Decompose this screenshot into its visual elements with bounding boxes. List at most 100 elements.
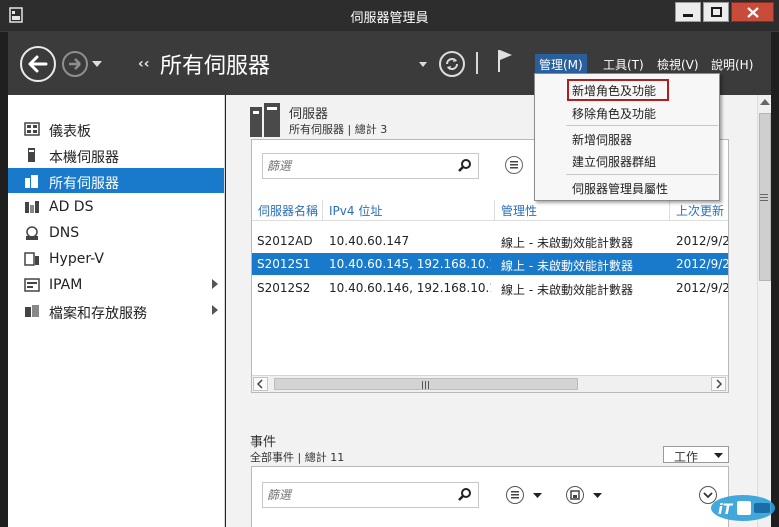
sidebar-item-label: IPAM — [49, 277, 83, 293]
scrollbar-thumb[interactable] — [274, 378, 578, 390]
sidebar-item-ipam[interactable]: IPAM — [8, 272, 224, 297]
menu-help[interactable]: 說明(H) — [707, 54, 757, 75]
menu-view[interactable]: 檢視(V) — [653, 54, 703, 75]
events-filter-box[interactable] — [262, 482, 479, 508]
column-header-name[interactable]: 伺服器名稱 — [258, 202, 318, 219]
scroll-up-icon[interactable] — [760, 99, 770, 105]
dns-icon — [26, 226, 38, 240]
minimize-button[interactable] — [675, 2, 701, 22]
vertical-scrollbar[interactable] — [757, 95, 771, 527]
save-query-button[interactable] — [566, 486, 584, 504]
manage-menu: 新增角色及功能 移除角色及功能 新增伺服器 建立伺服器群組 伺服器管理員屬性 — [534, 73, 720, 201]
servers-filter-input[interactable] — [267, 157, 447, 175]
cell-manageability: 線上 - 未啟動效能計數器 — [501, 236, 633, 250]
sidebar-item-file-storage[interactable]: 檔案和存放服務 — [8, 298, 224, 323]
close-button[interactable] — [731, 2, 774, 22]
sidebar-item-label: 儀表板 — [49, 124, 91, 140]
menu-item-remove-roles[interactable]: 移除角色及功能 — [572, 105, 656, 122]
menu-item-create-server-group[interactable]: 建立伺服器群組 — [572, 153, 656, 170]
maximize-button[interactable] — [703, 2, 729, 22]
chevron-down-icon — [714, 453, 723, 458]
servers-section-title: 伺服器 — [289, 107, 329, 122]
file-storage-icon — [25, 305, 39, 317]
header-rule — [252, 220, 728, 221]
chevron-left-icon — [256, 379, 263, 389]
sidebar-item-label: DNS — [49, 225, 80, 241]
scrollbar-thumb[interactable] — [759, 113, 771, 281]
maximize-icon — [711, 7, 722, 17]
sidebar-item-label: 本機伺服器 — [49, 150, 119, 166]
grip-icon — [422, 381, 429, 389]
refresh-button[interactable] — [439, 51, 465, 77]
menu-item-add-servers[interactable]: 新增伺服器 — [572, 131, 632, 148]
ithome-watermark-logo: iT — [711, 495, 775, 521]
expand-arrow-icon[interactable] — [212, 305, 218, 315]
close-icon — [747, 7, 759, 18]
breadcrumb-title: 所有伺服器 — [160, 54, 271, 79]
search-icon[interactable] — [458, 159, 472, 173]
sidebar-item-label: 所有伺服器 — [49, 176, 119, 192]
cell-name: S2012S2 — [257, 281, 311, 295]
column-header-manageability[interactable]: 管理性 — [501, 202, 537, 219]
column-divider — [494, 200, 495, 220]
forward-button[interactable] — [62, 51, 88, 77]
table-row[interactable]: S2012AD 10.40.60.147 線上 - 未啟動效能計數器 2012/… — [252, 230, 728, 252]
menu-item-properties[interactable]: 伺服器管理員屬性 — [572, 180, 668, 197]
cell-last-update: 2012/9/24 — [676, 257, 728, 271]
minimize-icon — [683, 14, 693, 17]
search-icon[interactable] — [458, 488, 472, 502]
cell-name: S2012AD — [257, 234, 313, 248]
table-row[interactable]: S2012S1 10.40.60.145, 192.168.10.111 線上 … — [252, 253, 728, 275]
chevron-down-icon[interactable] — [533, 493, 542, 498]
column-header-ipv4[interactable]: IPv4 位址 — [329, 202, 382, 219]
scroll-right-button[interactable] — [711, 377, 726, 391]
sidebar-item-label: AD DS — [49, 199, 94, 215]
cell-last-update: 2012/9/24 — [676, 281, 728, 295]
chevron-down-icon[interactable] — [593, 493, 602, 498]
window-title: 伺服器管理員 — [350, 11, 429, 26]
horizontal-scrollbar[interactable] — [252, 375, 728, 392]
column-divider — [669, 200, 670, 220]
sidebar-item-dashboard[interactable]: 儀表板 — [8, 116, 224, 141]
history-dropdown-icon[interactable] — [92, 61, 102, 67]
refresh-icon — [446, 58, 458, 70]
svg-text:iT: iT — [718, 502, 734, 518]
save-icon — [570, 490, 580, 500]
hyper-v-icon — [24, 252, 39, 266]
ipam-icon — [24, 278, 40, 292]
cell-ipv4: 10.40.60.147 — [329, 234, 410, 248]
arrow-right-icon — [69, 58, 81, 70]
menu-tools[interactable]: 工具(T) — [599, 54, 648, 75]
column-header-last-update[interactable]: 上次更新 — [676, 202, 724, 219]
sidebar-item-dns[interactable]: DNS — [8, 220, 224, 245]
servers-filter-box[interactable] — [262, 153, 479, 179]
chevron-right-icon — [716, 379, 723, 389]
local-server-icon — [28, 148, 35, 162]
toolbar-divider — [476, 52, 478, 74]
table-row[interactable]: S2012S2 10.40.60.146, 192.168.10.112 線上 … — [252, 277, 728, 299]
title-bar: 伺服器管理員 — [0, 0, 779, 32]
back-button[interactable] — [20, 46, 56, 82]
sidebar-item-ad-ds[interactable]: AD DS — [8, 194, 224, 219]
list-icon — [511, 491, 519, 499]
all-servers-icon — [25, 175, 38, 188]
menu-item-add-roles[interactable]: 新增角色及功能 — [572, 82, 656, 99]
events-filter-input[interactable] — [267, 486, 447, 504]
menu-manage[interactable]: 管理(M) — [535, 54, 587, 75]
sidebar-item-all-servers[interactable]: 所有伺服器 — [8, 168, 224, 193]
expand-arrow-icon[interactable] — [212, 279, 218, 289]
cell-manageability: 線上 - 未啟動效能計數器 — [501, 259, 633, 273]
notifications-flag-icon[interactable] — [497, 48, 513, 72]
sidebar-item-label: 檔案和存放服務 — [49, 306, 147, 322]
menu-separator — [566, 125, 718, 126]
list-options-button[interactable] — [506, 486, 524, 504]
servers-section-subtitle: 所有伺服器 | 總計 3 — [289, 123, 388, 136]
scroll-left-button[interactable] — [253, 377, 268, 391]
column-divider — [322, 200, 323, 220]
chevron-down-icon[interactable] — [419, 62, 427, 67]
list-options-button[interactable] — [505, 156, 523, 174]
sidebar-item-hyper-v[interactable]: Hyper-V — [8, 246, 224, 271]
sidebar-item-local-server[interactable]: 本機伺服器 — [8, 142, 224, 167]
dashboard-icon — [24, 122, 40, 136]
tasks-dropdown[interactable]: 工作 — [663, 446, 729, 464]
